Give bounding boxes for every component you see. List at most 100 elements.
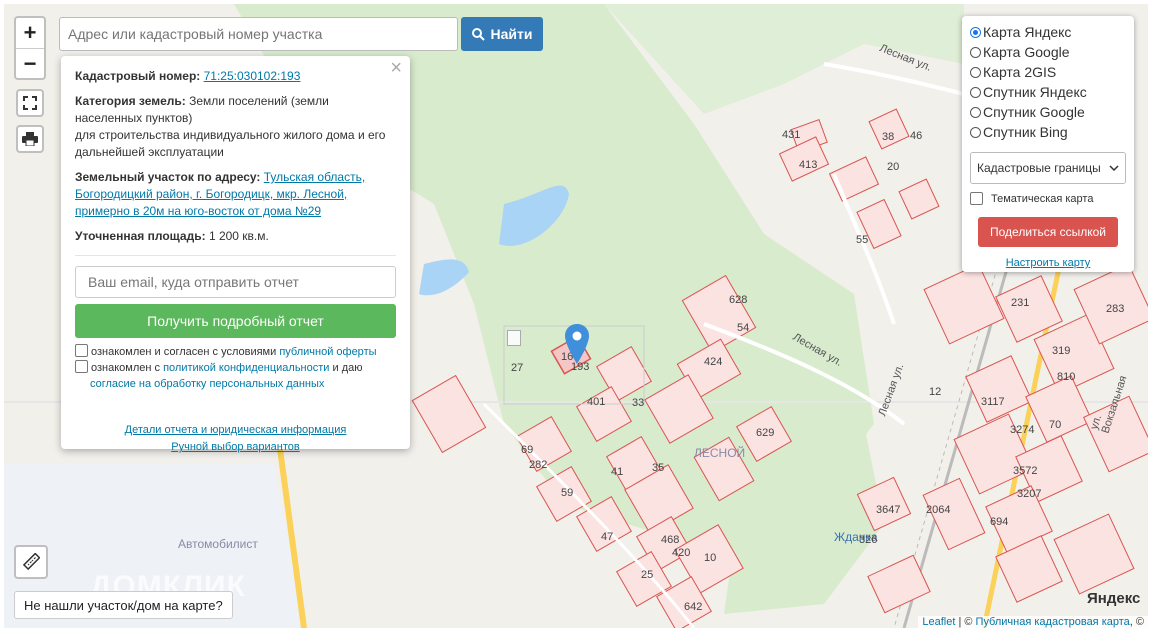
radio-button[interactable] bbox=[970, 66, 981, 78]
search-input[interactable] bbox=[59, 17, 458, 51]
agree-privacy-checkbox[interactable] bbox=[75, 360, 88, 373]
agree-offer-checkbox[interactable] bbox=[75, 344, 88, 357]
cadastral-row: Кадастровый номер: 71:25:030102:193 bbox=[75, 68, 396, 85]
broken-image-icon bbox=[507, 330, 521, 346]
area-label: Уточненная площадь: bbox=[75, 229, 206, 243]
parcel-number-label: 629 bbox=[756, 427, 775, 439]
basemap-option[interactable]: Карта 2GIS bbox=[970, 62, 1126, 82]
zoom-in-button[interactable]: + bbox=[16, 18, 44, 49]
popup-footer-links: Детали отчета и юридическая информация Р… bbox=[75, 422, 396, 456]
thematic-map-checkbox-row[interactable]: Тематическая карта bbox=[970, 192, 1126, 205]
zoom-control: + − bbox=[14, 16, 46, 80]
parcel-number-label: 54 bbox=[737, 322, 750, 334]
overlay-select[interactable]: Кадастровые границы bbox=[970, 152, 1126, 184]
address-row: Земельный участок по адресу: Тульская об… bbox=[75, 169, 396, 220]
basemap-options: Карта Яндекс Карта Google Карта 2GIS Спутни… bbox=[970, 22, 1126, 142]
offer-link[interactable]: публичной оферты bbox=[279, 346, 376, 358]
cadastral-map-link[interactable]: Публичная кадастровая карта bbox=[976, 616, 1130, 628]
expand-icon bbox=[23, 96, 37, 110]
basemap-option-label: Спутник Google bbox=[983, 104, 1085, 120]
manual-selection-link[interactable]: Ручной выбор вариантов bbox=[171, 441, 299, 453]
parcel-number-label: 413 bbox=[799, 159, 818, 171]
map-pin-icon[interactable] bbox=[565, 324, 589, 364]
parcel-number-label: 431 bbox=[782, 129, 801, 141]
configure-map-link[interactable]: Настроить карту bbox=[970, 257, 1126, 269]
parcel-number-label: 282 bbox=[529, 459, 548, 471]
email-field[interactable]: Ваш email, куда отправить отчет bbox=[75, 266, 396, 298]
close-icon[interactable]: × bbox=[390, 58, 402, 78]
basemap-option-label: Карта 2GIS bbox=[983, 64, 1057, 80]
agree-offer-text: ознакомлен и согласен с условиями bbox=[91, 346, 277, 358]
agree-privacy-checkbox-row[interactable]: ознакомлен с политикой конфиденциальност… bbox=[75, 360, 396, 392]
leaflet-link[interactable]: Leaflet bbox=[922, 616, 955, 628]
radio-button[interactable] bbox=[970, 46, 981, 58]
parcel-number-label: 2064 bbox=[926, 504, 951, 516]
map-attribution: Leaflet | © Публичная кадастровая карта,… bbox=[918, 616, 1148, 628]
parcel-number-label: 41 bbox=[611, 466, 624, 478]
parcel-number-label: 59 bbox=[561, 487, 574, 499]
basemap-option-label: Спутник Яндекс bbox=[983, 84, 1087, 100]
category-label: Категория земель: bbox=[75, 94, 186, 108]
get-report-button[interactable]: Получить подробный отчет bbox=[75, 304, 396, 338]
radio-button[interactable] bbox=[970, 106, 981, 118]
privacy-policy-link[interactable]: политикой конфиденциальности bbox=[163, 362, 329, 374]
not-found-button[interactable]: Не нашли участок/дом на карте? bbox=[14, 591, 233, 619]
radio-button[interactable] bbox=[970, 126, 981, 138]
parcel-number-label: 628 bbox=[729, 294, 748, 306]
attribution-separator: | © bbox=[955, 616, 976, 628]
thematic-map-checkbox[interactable] bbox=[970, 192, 983, 205]
parcel-number-label: 3274 bbox=[1010, 424, 1035, 436]
share-link-button[interactable]: Поделиться ссылкой bbox=[978, 217, 1118, 247]
agree-privacy-mid: и даю bbox=[332, 362, 363, 374]
parcel-number-label: 326 bbox=[859, 534, 878, 546]
parcel-number-label: 319 bbox=[1052, 345, 1071, 357]
pond-2 bbox=[419, 259, 469, 296]
area-value: 1 200 кв.м. bbox=[208, 229, 269, 243]
parcel-number-label: 12 bbox=[929, 386, 942, 398]
personal-data-consent-link[interactable]: согласие на обработку персональных данны… bbox=[90, 378, 324, 390]
basemap-option[interactable]: Спутник Bing bbox=[970, 122, 1126, 142]
radio-button[interactable] bbox=[970, 26, 981, 38]
parcel-number-label: 33 bbox=[632, 397, 645, 409]
category-row: Категория земель: Земли поселений (земли… bbox=[75, 93, 396, 161]
search-button-label: Найти bbox=[490, 26, 533, 42]
chevron-down-icon bbox=[1109, 165, 1119, 171]
category-purpose: для строительства индивидуального жилого… bbox=[75, 128, 386, 159]
search-button[interactable]: Найти bbox=[461, 17, 543, 51]
parcel-number-label: 3572 bbox=[1013, 465, 1038, 477]
parcel-number-label: 55 bbox=[856, 234, 869, 246]
radio-button[interactable] bbox=[970, 86, 981, 98]
agree-offer-checkbox-row[interactable]: ознакомлен и согласен с условиями публич… bbox=[75, 344, 396, 360]
parcel-number-label: 3117 bbox=[981, 396, 1005, 408]
parcel-number-label: 25 bbox=[641, 569, 654, 581]
measure-button[interactable] bbox=[14, 545, 48, 579]
parcel-number-label: 46 bbox=[910, 130, 923, 142]
parcel-number-label: 70 bbox=[1049, 419, 1062, 431]
parcel-number-label: 401 bbox=[587, 396, 606, 408]
basemap-option[interactable]: Карта Яндекс bbox=[970, 22, 1126, 42]
ruler-icon bbox=[22, 553, 40, 571]
yandex-logo: Яндекс bbox=[1087, 590, 1141, 607]
layers-panel: Карта Яндекс Карта Google Карта 2GIS Спутни… bbox=[962, 16, 1134, 272]
parcel-number-label: 20 bbox=[887, 161, 900, 173]
basemap-option-label: Спутник Bing bbox=[983, 124, 1068, 140]
parcel-number-label: 424 bbox=[704, 356, 723, 368]
attribution-copy: , © bbox=[1129, 616, 1144, 628]
autopark-label: Автомобилист bbox=[178, 537, 258, 551]
report-details-link[interactable]: Детали отчета и юридическая информация bbox=[125, 424, 347, 436]
search-icon bbox=[471, 27, 485, 41]
basemap-option[interactable]: Спутник Яндекс bbox=[970, 82, 1126, 102]
basemap-option[interactable]: Спутник Google bbox=[970, 102, 1126, 122]
parcel-number-label: 810 bbox=[1057, 371, 1076, 383]
divider bbox=[75, 255, 396, 256]
zoom-out-button[interactable]: − bbox=[16, 49, 44, 79]
agree-privacy-text: ознакомлен с bbox=[91, 362, 161, 374]
parcel-number-label: 283 bbox=[1106, 303, 1125, 315]
parcel-number-label: 3207 bbox=[1017, 488, 1042, 500]
basemap-option[interactable]: Карта Google bbox=[970, 42, 1126, 62]
print-button[interactable] bbox=[16, 125, 44, 153]
cadastral-number-link[interactable]: 71:25:030102:193 bbox=[204, 69, 301, 83]
fullscreen-button[interactable] bbox=[16, 89, 44, 117]
parcel-number-label: 69 bbox=[521, 444, 534, 456]
parcel-number-label: 35 bbox=[652, 462, 665, 474]
